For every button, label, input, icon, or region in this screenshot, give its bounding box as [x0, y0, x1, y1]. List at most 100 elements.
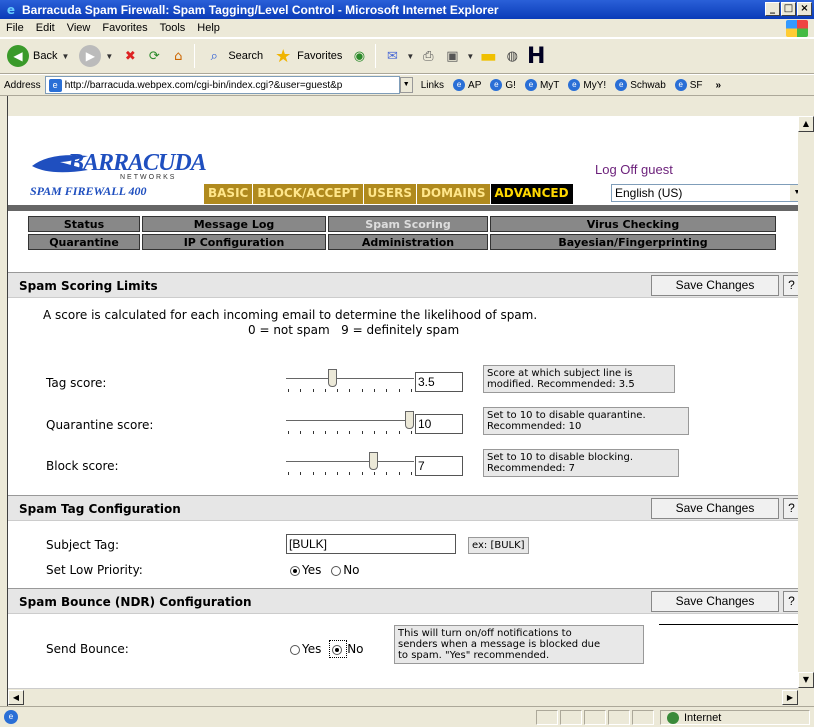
tab-virus-checking[interactable]: Virus Checking — [490, 216, 776, 232]
link-myy[interactable]: e MyY! — [568, 79, 606, 91]
messenger-icon[interactable]: ◍ — [502, 46, 522, 66]
home-icon[interactable]: ⌂ — [168, 46, 188, 66]
links-label: Links — [420, 79, 445, 91]
language-value: English (US) — [615, 186, 683, 200]
close-button[interactable]: × — [797, 2, 812, 16]
tab-status[interactable]: Status — [28, 216, 140, 232]
save-changes-button[interactable]: Save Changes — [651, 591, 779, 612]
back-label: Back — [33, 50, 58, 62]
refresh-icon[interactable]: ⟳ — [144, 46, 164, 66]
quarantine-score-input[interactable]: 10 — [415, 414, 463, 434]
tab-message-log[interactable]: Message Log — [142, 216, 326, 232]
address-dropdown-icon[interactable]: ▼ — [399, 77, 413, 93]
block-score-input[interactable]: 7 — [415, 456, 463, 476]
scroll-left-icon[interactable]: ◀ — [8, 690, 24, 705]
logoff-link[interactable]: Log Off guest — [595, 162, 673, 177]
link-sf[interactable]: e SF — [674, 79, 703, 91]
quarantine-score-slider[interactable] — [286, 410, 414, 434]
subject-tag-input[interactable]: [BULK] — [286, 534, 456, 554]
block-score-slider[interactable] — [286, 451, 414, 475]
scroll-right-icon[interactable]: ▶ — [782, 690, 798, 705]
menu-file[interactable]: File — [6, 22, 24, 34]
minimize-button[interactable]: _ — [765, 2, 780, 16]
slider-thumb[interactable] — [328, 369, 337, 387]
quarantine-score-hint: Set to 10 to disable quarantine. Recommen… — [483, 407, 689, 435]
tab-bayesian[interactable]: Bayesian/Fingerprinting — [490, 234, 776, 250]
maximize-button[interactable]: □ — [781, 2, 796, 16]
media-icon[interactable]: ◉ — [349, 46, 369, 66]
slider-thumb[interactable] — [369, 452, 378, 470]
bounce-section-header: Spam Bounce (NDR) Configuration Save Cha… — [8, 588, 802, 614]
low-priority-options: Yes No — [290, 563, 360, 577]
horizontal-scrollbar[interactable]: ◀ ▶ — [8, 688, 798, 705]
dropdown-arrow-icon[interactable]: ▼ — [105, 52, 113, 61]
low-priority-no-radio[interactable] — [331, 565, 342, 576]
browser-toolbar: ◀ Back ▼ ▶ ▼ ✖ ⟳ ⌂ ⌕ Search ★ Favorites … — [0, 38, 814, 74]
address-field[interactable]: e http://barracuda.webpex.com/cgi-bin/in… — [44, 76, 400, 94]
menu-help[interactable]: Help — [197, 22, 220, 34]
tag-score-slider[interactable] — [286, 368, 414, 392]
brand-sub: NETWORKS — [120, 174, 177, 181]
quarantine-score-label: Quarantine score: — [46, 418, 154, 432]
section-title: Spam Bounce (NDR) Configuration — [19, 595, 252, 609]
link-g[interactable]: e G! — [490, 79, 516, 91]
dropdown-arrow-icon[interactable]: ▼ — [61, 52, 69, 61]
send-bounce-no-focus[interactable] — [329, 640, 348, 658]
dropdown-arrow-icon[interactable]: ▼ — [466, 52, 474, 61]
menu-favorites[interactable]: Favorites — [102, 22, 147, 34]
stop-icon[interactable]: ✖ — [120, 46, 140, 66]
tag-score-input[interactable]: 3.5 — [415, 372, 463, 392]
low-priority-yes-radio[interactable] — [290, 565, 300, 576]
tab-ip-configuration[interactable]: IP Configuration — [142, 234, 326, 250]
tab-quarantine[interactable]: Quarantine — [28, 234, 140, 250]
edit-icon[interactable]: ▣ — [442, 46, 462, 66]
scroll-down-icon[interactable]: ▼ — [798, 672, 814, 688]
frame-left — [0, 96, 8, 708]
back-arrow-icon: ◀ — [7, 45, 29, 67]
nav-advanced[interactable]: ADVANCED — [490, 184, 574, 204]
barracuda-logo: BARRACUDA NETWORKS SPAM FIREWALL 400 — [30, 140, 210, 200]
h-icon[interactable]: H — [526, 44, 546, 69]
frame-top — [0, 96, 814, 116]
tag-score-hint: Score at which subject line is modified. … — [483, 365, 675, 393]
dropdown-arrow-icon[interactable]: ▼ — [406, 52, 414, 61]
send-bounce-options: Yes No — [290, 640, 364, 658]
address-url: http://barracuda.webpex.com/cgi-bin/inde… — [64, 79, 343, 91]
link-myt[interactable]: e MyT — [524, 79, 559, 91]
favorites-button[interactable]: ★ Favorites — [270, 42, 345, 70]
send-bounce-yes-radio[interactable] — [290, 644, 300, 655]
folder-icon[interactable]: ▬ — [478, 46, 498, 67]
language-select[interactable]: English (US) ▼ — [611, 184, 802, 202]
nav-users[interactable]: USERS — [363, 184, 417, 204]
send-bounce-label: Send Bounce: — [46, 642, 129, 656]
save-changes-button[interactable]: Save Changes — [651, 498, 779, 519]
ie-page-icon: e — [674, 79, 687, 91]
nav-block-accept[interactable]: BLOCK/ACCEPT — [253, 184, 364, 204]
back-button[interactable]: ◀ Back ▼ — [4, 42, 72, 70]
menu-view[interactable]: View — [67, 22, 91, 34]
forward-button[interactable]: ▶ ▼ — [76, 42, 116, 70]
print-icon[interactable]: ⎙ — [418, 46, 438, 66]
scoring-section-header: Spam Scoring Limits Save Changes ? — [8, 272, 802, 298]
tab-spam-scoring[interactable]: Spam Scoring — [328, 216, 488, 232]
menu-tools[interactable]: Tools — [160, 22, 186, 34]
windows-logo-icon — [786, 20, 808, 37]
search-button[interactable]: ⌕ Search — [201, 42, 266, 70]
link-schwab[interactable]: e Schwab — [615, 79, 666, 91]
slider-thumb[interactable] — [405, 411, 414, 429]
nav-domains[interactable]: DOMAINS — [416, 184, 491, 204]
toolbar-separator — [194, 44, 196, 68]
ie-page-icon: e — [615, 79, 628, 91]
send-bounce-no-radio[interactable] — [332, 644, 343, 655]
vertical-scrollbar[interactable]: ▲ ▼ — [798, 116, 814, 688]
link-ap[interactable]: e AP — [453, 79, 481, 91]
menu-edit[interactable]: Edit — [36, 22, 55, 34]
mail-icon[interactable]: ✉ — [382, 46, 402, 66]
links-more-icon[interactable]: » — [716, 80, 722, 91]
nav-basic[interactable]: BASIC — [204, 184, 254, 204]
ie-page-icon: e — [490, 79, 503, 91]
save-changes-button[interactable]: Save Changes — [651, 275, 779, 296]
tab-administration[interactable]: Administration — [328, 234, 488, 250]
favorites-label: Favorites — [297, 50, 343, 62]
scroll-up-icon[interactable]: ▲ — [798, 116, 814, 132]
